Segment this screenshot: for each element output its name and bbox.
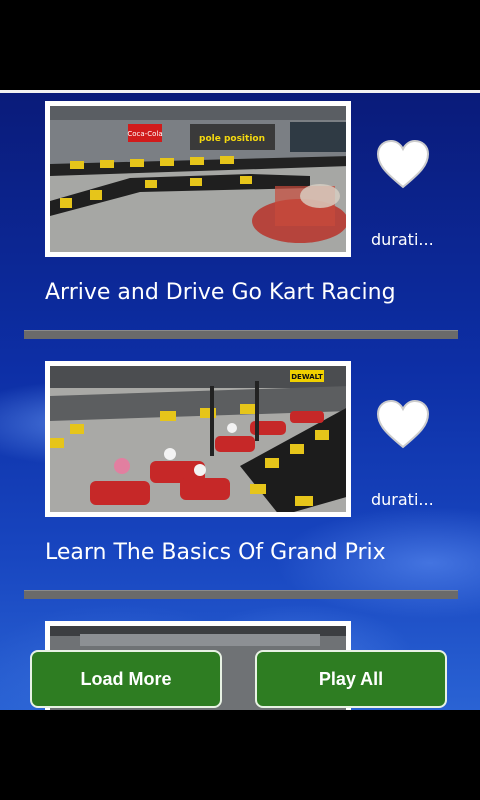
status-bar [0,0,480,90]
bottom-bar [0,710,480,800]
svg-text:Coca-Cola: Coca-Cola [127,130,162,138]
thumbnail-image: Coca-Cola pole position [50,106,346,252]
list-divider [24,590,458,599]
svg-text:pole position: pole position [199,134,265,144]
video-duration: durati... [371,230,434,249]
video-thumbnail[interactable]: DEWALT [45,361,351,517]
heart-icon[interactable] [376,139,430,191]
load-more-button[interactable]: Load More [30,650,222,708]
video-title[interactable]: Learn The Basics Of Grand Prix [45,540,386,565]
video-thumbnail[interactable]: Coca-Cola pole position [45,101,351,257]
thumbnail-image: DEWALT [50,366,346,512]
video-title[interactable]: Arrive and Drive Go Kart Racing [45,280,396,305]
list-divider [24,330,458,339]
video-duration: durati... [371,490,434,509]
play-all-button[interactable]: Play All [255,650,447,708]
video-list[interactable]: Coca-Cola pole position durati... Arrive… [0,93,480,710]
svg-text:DEWALT: DEWALT [291,373,323,381]
heart-icon[interactable] [376,399,430,451]
